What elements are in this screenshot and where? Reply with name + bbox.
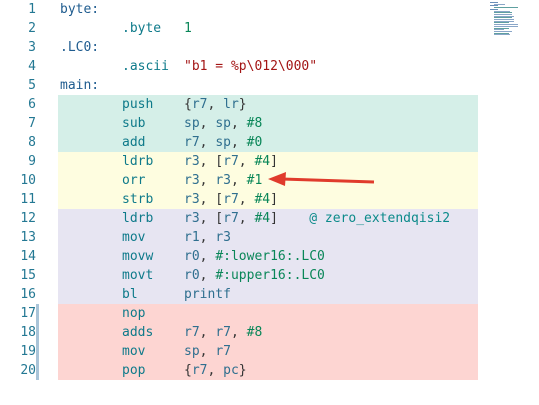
minimap[interactable] — [490, 2, 530, 38]
minimap-line — [494, 34, 511, 36]
code-editor[interactable]: 1 byte: 2 .byte 1 3 .LC0: 4 .ascii "b1 = %p\012\0… — [0, 0, 539, 405]
annotation-arrow — [268, 172, 375, 186]
